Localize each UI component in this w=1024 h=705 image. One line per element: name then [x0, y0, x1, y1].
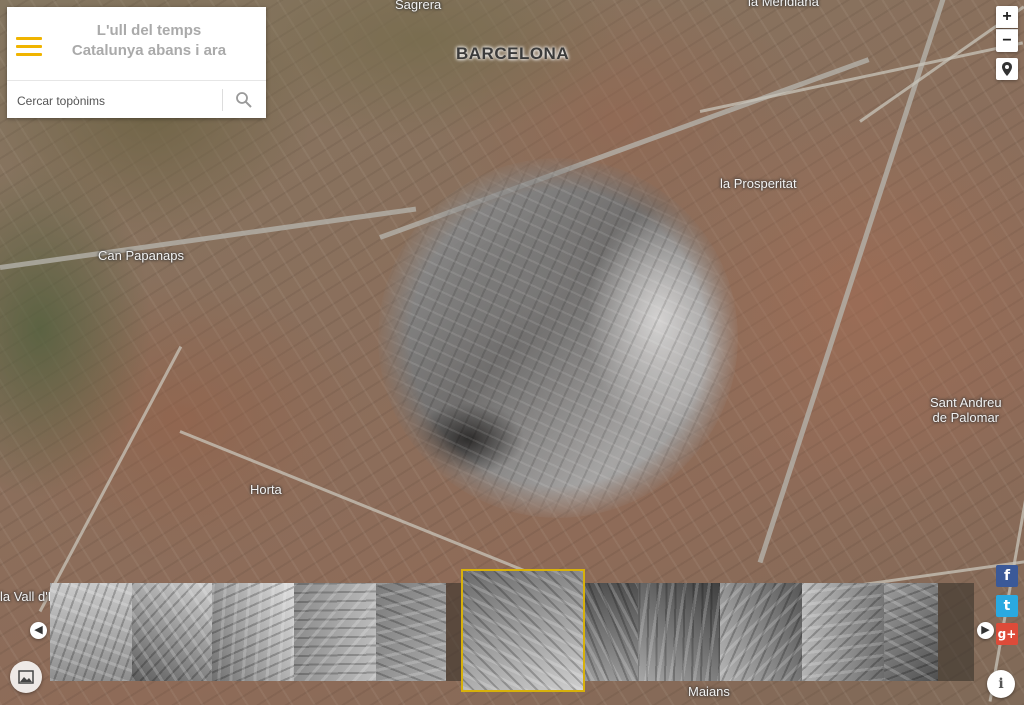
filmstrip-thumbnail[interactable]	[720, 583, 802, 681]
map-label-sant-andreu-line2: de Palomar	[932, 410, 1000, 425]
zoom-out-button[interactable]: −	[996, 29, 1018, 52]
filmstrip-thumbnail[interactable]	[50, 583, 132, 681]
search-bar	[7, 80, 266, 119]
chevron-left-icon[interactable]: ◀	[30, 622, 47, 639]
historic-photo-overlay[interactable]	[378, 158, 738, 518]
app-panel: L'ull del temps Catalunya abans i ara	[7, 7, 266, 118]
search-icon[interactable]	[235, 91, 253, 109]
app-title-line2: Catalunya abans i ara	[71, 42, 227, 59]
map-marker-icon[interactable]	[996, 58, 1018, 80]
facebook-icon[interactable]: f	[996, 565, 1018, 587]
map-label-sant-andreu: Sant Andreu de Palomar	[930, 395, 1002, 425]
info-icon[interactable]: i	[987, 670, 1015, 698]
search-input[interactable]	[15, 90, 219, 112]
road	[757, 0, 948, 564]
map-label-maians: Maians	[688, 684, 730, 699]
map-label-meridiana: la Meridiana	[748, 0, 819, 9]
photo-filmstrip[interactable]	[50, 569, 974, 692]
filmstrip-thumbnail[interactable]	[638, 583, 720, 681]
road	[699, 41, 1024, 113]
filmstrip-thumbnail[interactable]	[294, 583, 376, 681]
chevron-right-icon[interactable]: ▶	[977, 622, 994, 639]
road	[38, 345, 183, 613]
map-label-la-prosperitat: la Prosperitat	[720, 176, 797, 191]
filmstrip-thumbnail-selected[interactable]	[461, 569, 585, 692]
filmstrip-thumbnail[interactable]	[584, 583, 638, 681]
googleplus-icon[interactable]: g+	[996, 623, 1018, 645]
gallery-icon[interactable]	[10, 661, 42, 693]
twitter-icon[interactable]: t	[996, 595, 1018, 617]
filmstrip-thumbnail[interactable]	[376, 583, 446, 681]
app-title-line1: L'ull del temps	[96, 22, 202, 39]
road	[0, 206, 417, 270]
search-divider	[222, 89, 223, 111]
map-label-sant-andreu-line1: Sant Andreu	[930, 395, 1002, 410]
map-label-horta: Horta	[250, 482, 282, 497]
filmstrip-thumbnail[interactable]	[212, 583, 294, 681]
map-label-can-papanaps: Can Papanaps	[98, 248, 185, 263]
app-title: L'ull del temps Catalunya abans i ara	[51, 21, 247, 61]
filmstrip-thumbnail[interactable]	[802, 583, 884, 681]
zoom-in-button[interactable]: +	[996, 6, 1018, 28]
map-label-barcelona: BARCELONA	[456, 44, 570, 63]
hamburger-menu-icon[interactable]	[16, 35, 42, 57]
filmstrip-thumbnail[interactable]	[132, 583, 212, 681]
map-label-sagrera: Sagrera	[395, 0, 442, 12]
filmstrip-thumbnail[interactable]	[884, 583, 938, 681]
